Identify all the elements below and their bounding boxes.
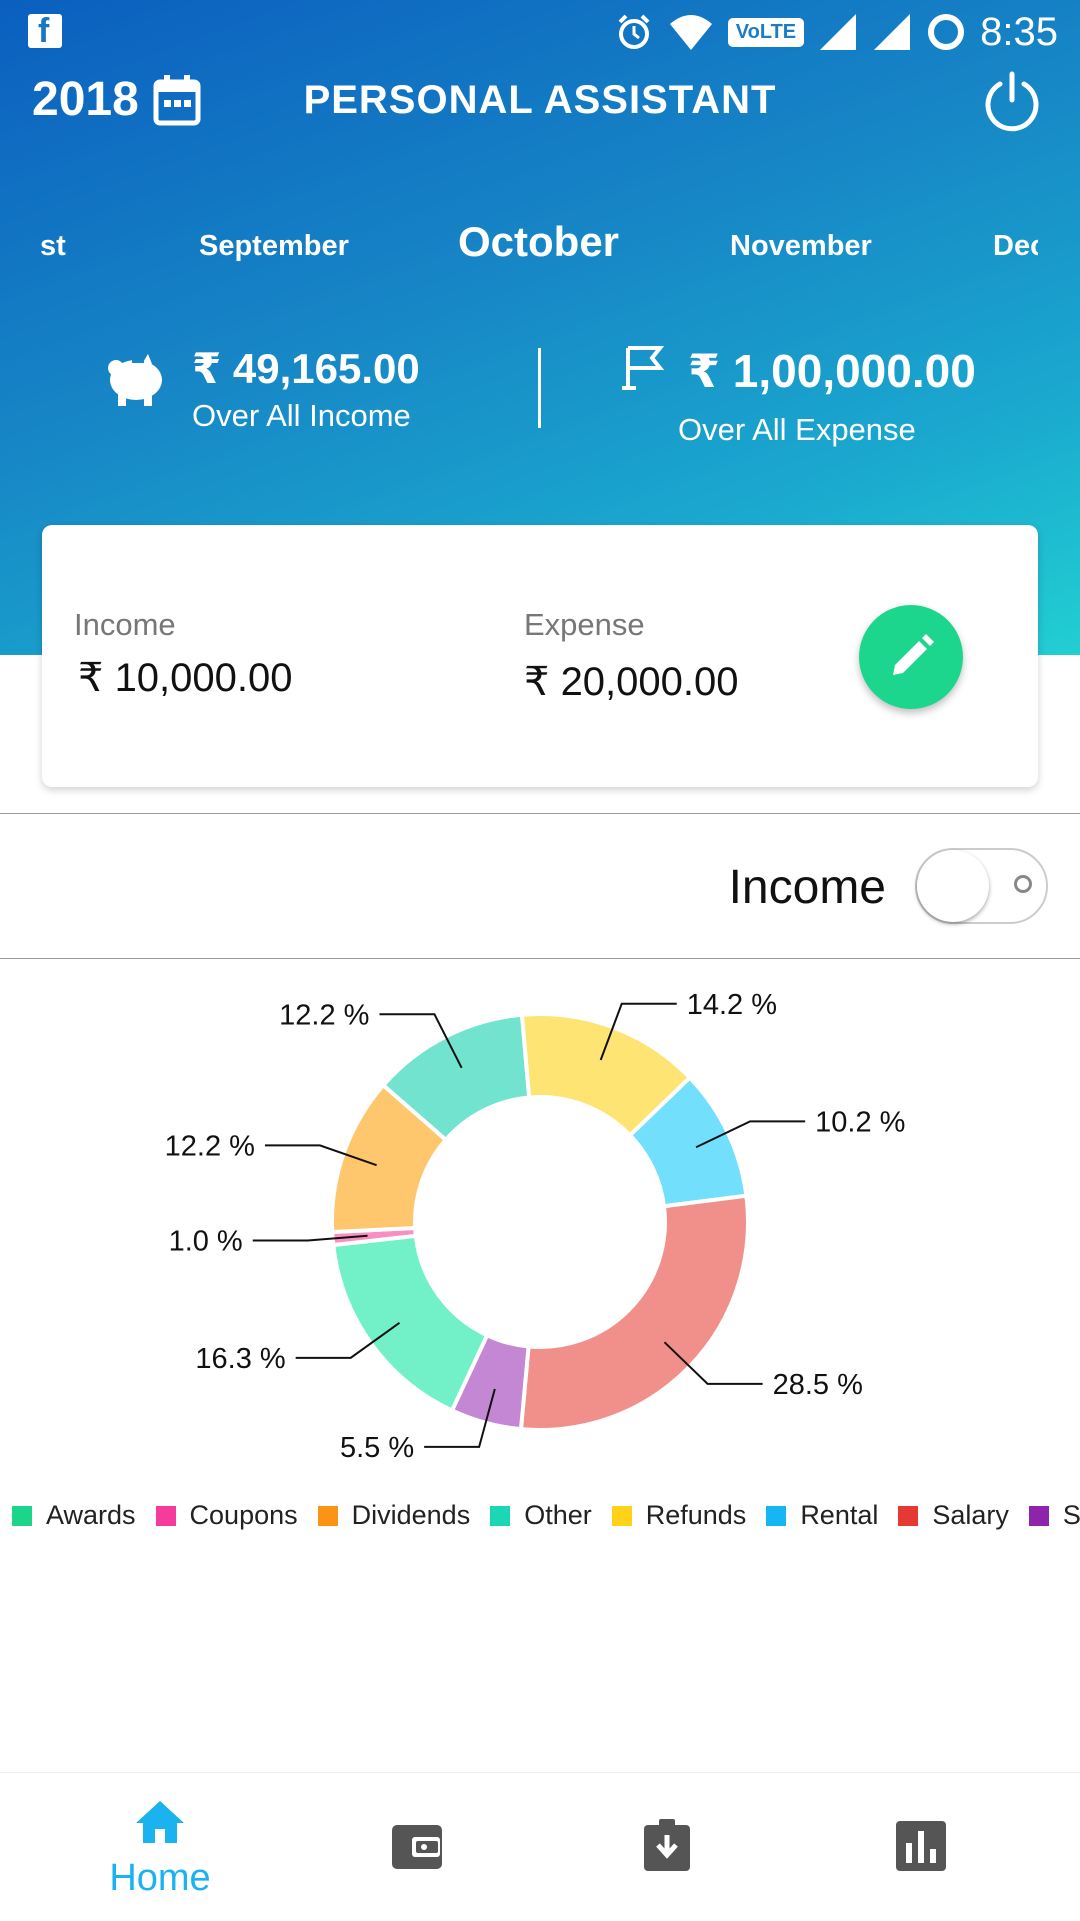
income-expense-toggle[interactable] xyxy=(915,848,1048,924)
month-item-november[interactable]: November xyxy=(730,230,872,263)
overall-expense-label: Over All Expense xyxy=(678,412,916,447)
legend-label: Dividends xyxy=(351,1500,471,1530)
overall-income-label: Over All Income xyxy=(192,398,411,433)
slice-percent-label: 28.5 % xyxy=(773,1369,863,1401)
legend-item-rental: Rental xyxy=(766,1500,878,1531)
legend-swatch xyxy=(490,1505,511,1526)
status-time: 8:35 xyxy=(980,9,1058,54)
status-bar: f VoLTE 8:35 xyxy=(0,0,1080,64)
legend-item-sales: Sales xyxy=(1028,1500,1080,1531)
section-divider xyxy=(0,813,1080,814)
slice-percent-label: 5.5 % xyxy=(340,1432,414,1464)
month-summary-card: Income ₹ 10,000.00 Expense ₹ 20,000.00 xyxy=(42,525,1038,787)
card-income-label: Income xyxy=(74,607,176,642)
piggy-bank-icon xyxy=(108,354,162,406)
bottom-navigation: Home xyxy=(0,1772,1080,1921)
flag-icon xyxy=(622,346,665,390)
overall-income-amount: ₹ 49,165.00 xyxy=(192,345,420,392)
legend-swatch xyxy=(155,1505,176,1526)
legend-item-awards: Awards xyxy=(12,1500,136,1531)
legend-item-coupons: Coupons xyxy=(155,1500,298,1531)
power-icon[interactable] xyxy=(980,70,1044,134)
app-title: PERSONAL ASSISTANT xyxy=(303,78,777,122)
legend-item-refunds: Refunds xyxy=(611,1500,747,1531)
slice-percent-label: 12.2 % xyxy=(279,999,369,1031)
wifi-icon xyxy=(669,15,712,50)
status-icons: VoLTE 8:35 xyxy=(614,8,1058,56)
income-donut-chart: 14.2 % 10.2 % 28.5 % 5.5 % 16.3 % 1.0 % 12.2 %… xyxy=(165,989,906,1464)
home-icon xyxy=(136,1801,184,1843)
signal-icon xyxy=(874,14,911,50)
facebook-icon: f xyxy=(28,12,62,50)
nav-download[interactable] xyxy=(536,1773,806,1921)
legend-item-dividends: Dividends xyxy=(317,1500,471,1531)
bar-chart-icon xyxy=(896,1821,946,1871)
legend-swatch xyxy=(12,1505,32,1526)
section-divider xyxy=(0,958,1080,959)
wallet-icon xyxy=(392,1825,442,1869)
volte-icon: VoLTE xyxy=(727,17,805,47)
legend-swatch xyxy=(611,1505,632,1526)
nav-wallet[interactable] xyxy=(280,1773,550,1921)
legend-item-other: Other xyxy=(490,1500,592,1531)
month-item-october[interactable]: October xyxy=(458,218,619,266)
legend-swatch xyxy=(766,1505,787,1526)
toggle-off-indicator xyxy=(1014,875,1032,893)
chart-type-label: Income xyxy=(728,861,886,914)
chart-legend: Awards Coupons Dividends Other Refunds Rental… xyxy=(12,1500,1080,1540)
download-clipboard-icon xyxy=(644,1819,690,1871)
legend-swatch xyxy=(1028,1505,1049,1526)
card-income-value: ₹ 10,000.00 xyxy=(78,656,293,700)
battery-saver-icon xyxy=(928,14,965,50)
legend-swatch xyxy=(898,1505,919,1526)
legend-label: Sales xyxy=(1062,1500,1080,1530)
donut-slice-awards[interactable] xyxy=(331,1233,490,1414)
slice-percent-label: 16.3 % xyxy=(195,1343,285,1375)
toggle-knob xyxy=(917,850,989,922)
pencil-icon xyxy=(893,634,934,675)
donut-slice-salary[interactable] xyxy=(518,1193,750,1432)
signal-icon xyxy=(820,14,857,50)
nav-home-label: Home xyxy=(109,1857,211,1899)
month-item-august[interactable]: st xyxy=(40,230,66,263)
card-expense-label: Expense xyxy=(524,607,645,642)
nav-reports[interactable] xyxy=(792,1773,1062,1921)
legend-label: Other xyxy=(524,1500,592,1530)
overall-expense-amount: ₹ 1,00,000.00 xyxy=(688,345,976,397)
slice-percent-label: 14.2 % xyxy=(687,989,777,1021)
slice-percent-label: 12.2 % xyxy=(165,1130,255,1162)
card-expense-value: ₹ 20,000.00 xyxy=(524,660,739,704)
legend-label: Refunds xyxy=(645,1500,747,1530)
legend-swatch xyxy=(317,1505,338,1526)
legend-item-salary: Salary xyxy=(898,1500,1009,1531)
legend-label: Salary xyxy=(932,1500,1009,1530)
alarm-icon xyxy=(618,14,650,49)
legend-label: Coupons xyxy=(189,1500,298,1530)
nav-home[interactable]: Home xyxy=(0,1773,270,1921)
slice-percent-label: 10.2 % xyxy=(815,1106,905,1138)
slice-percent-label: 1.0 % xyxy=(169,1225,243,1257)
month-item-december[interactable]: Dec xyxy=(993,230,1038,263)
overall-summary: ₹ 49,165.00 Over All Income ₹ 1,00,000.0… xyxy=(0,336,1080,466)
legend-label: Awards xyxy=(46,1500,136,1530)
summary-divider xyxy=(538,348,541,428)
legend-label: Rental xyxy=(800,1500,879,1530)
month-item-september[interactable]: September xyxy=(199,230,349,263)
edit-button[interactable] xyxy=(859,605,963,709)
month-carousel[interactable]: st September October November Dec xyxy=(0,218,1080,278)
